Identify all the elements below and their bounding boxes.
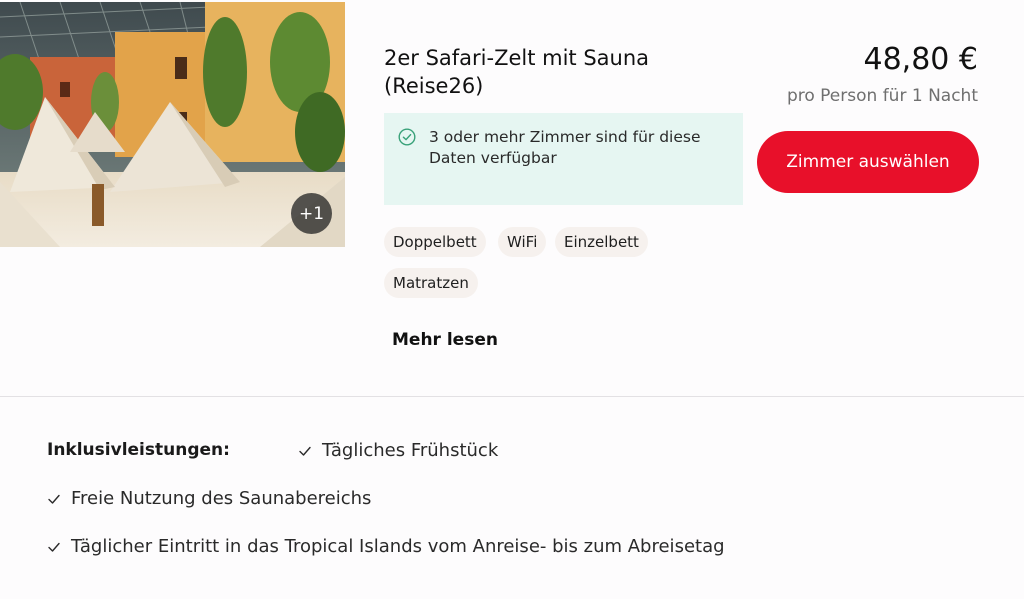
availability-text: 3 oder mehr Zimmer sind für diese Daten …: [429, 128, 701, 167]
room-card: +1 2er Safari-Zelt mit Sauna (Reise26) 4…: [0, 0, 1024, 599]
inclusion-item: Freie Nutzung des Saunabereichs: [47, 488, 371, 509]
inclusion-text: Freie Nutzung des Saunabereichs: [71, 488, 372, 509]
room-title: 2er Safari-Zelt mit Sauna (Reise26): [384, 46, 650, 98]
amenity-tag: Einzelbett: [555, 227, 648, 257]
photo-count-badge[interactable]: +1: [291, 193, 332, 234]
inclusion-text: Tägliches Frühstück: [322, 440, 499, 461]
inclusions-label: Inklusivleistungen:: [47, 440, 230, 460]
section-divider: [0, 396, 1024, 397]
room-photo[interactable]: +1: [0, 2, 345, 247]
inclusion-item: Tägliches Frühstück: [298, 440, 498, 461]
price-note: pro Person für 1 Nacht: [786, 86, 978, 106]
checkmark-icon: [299, 446, 311, 456]
read-more-link[interactable]: Mehr lesen: [392, 330, 498, 350]
room-price: 48,80 €: [863, 42, 978, 77]
select-room-button[interactable]: Zimmer auswählen: [757, 131, 979, 193]
check-circle-icon: [398, 128, 416, 146]
amenity-tag: Matratzen: [384, 268, 478, 298]
availability-notice: 3 oder mehr Zimmer sind für diese Daten …: [384, 113, 743, 205]
checkmark-icon: [48, 542, 60, 552]
inclusion-item: Täglicher Eintritt in das Tropical Islan…: [47, 536, 725, 557]
checkmark-icon: [48, 494, 60, 504]
inclusion-text: Täglicher Eintritt in das Tropical Islan…: [71, 536, 725, 557]
amenity-tag: WiFi: [498, 227, 547, 257]
amenity-tag: Doppelbett: [384, 227, 486, 257]
